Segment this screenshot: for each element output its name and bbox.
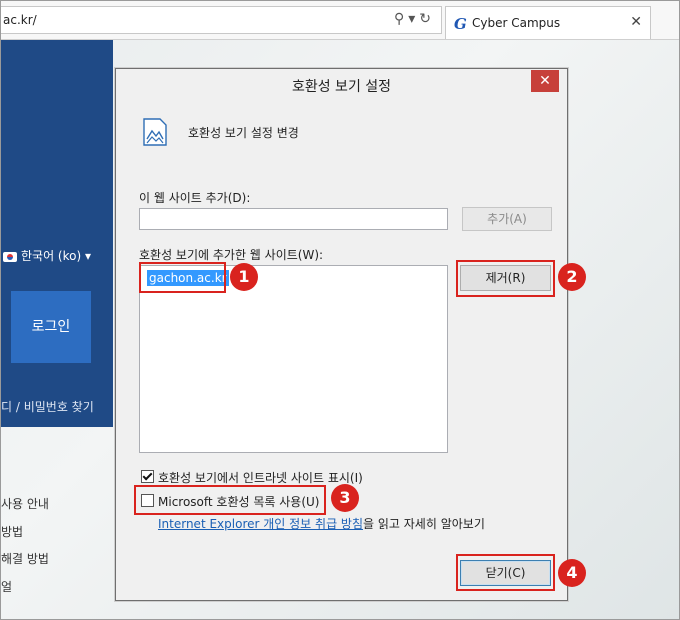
privacy-link-suffix: 을 읽고 자세히 알아보기 bbox=[363, 517, 485, 531]
callout-box-site-item bbox=[139, 262, 226, 293]
find-account-link[interactable]: 디 / 비밀번호 찾기 bbox=[1, 398, 94, 415]
callout-badge: 3 bbox=[331, 484, 359, 512]
browser-toolbar: ac.kr/ ⚲▾↻ G Cyber Campus ✕ bbox=[1, 1, 679, 40]
add-site-input[interactable] bbox=[139, 208, 448, 230]
menu-item[interactable]: 해결 방법 bbox=[1, 550, 49, 567]
dialog-titlebar: 호환성 보기 설정 ✕ bbox=[116, 69, 567, 100]
callout-badge: 4 bbox=[558, 559, 586, 587]
intranet-checkbox[interactable] bbox=[141, 470, 154, 483]
login-panel bbox=[1, 39, 113, 427]
privacy-policy-link[interactable]: Internet Explorer 개인 정보 취급 방침 bbox=[158, 517, 363, 531]
menu-item[interactable]: 얼 bbox=[1, 578, 12, 595]
screenshot-frame: 한국어 (ko) ▾ 로그인 디 / 비밀번호 찾기 사용 안내 방법 해결 방… bbox=[0, 0, 680, 620]
language-label: 한국어 (ko) ▾ bbox=[21, 249, 91, 263]
address-text: ac.kr/ bbox=[3, 13, 37, 27]
callout-box-close bbox=[456, 554, 555, 591]
compatibility-view-dialog: 호환성 보기 설정 ✕ 호환성 보기 설정 변경 이 웹 사이트 추가(D): … bbox=[115, 68, 568, 601]
language-selector[interactable]: 한국어 (ko) ▾ bbox=[3, 247, 91, 264]
dialog-title: 호환성 보기 설정 bbox=[291, 79, 392, 95]
intranet-checkbox-label[interactable]: 호환성 보기에서 인트라넷 사이트 표시(I) bbox=[158, 469, 363, 486]
search-refresh-icon[interactable]: ⚲▾↻ bbox=[394, 11, 435, 27]
callout-box-remove bbox=[456, 260, 555, 297]
add-button[interactable]: 추가(A) bbox=[462, 207, 552, 231]
korea-flag-icon bbox=[3, 251, 17, 262]
tab-close-icon[interactable]: ✕ bbox=[630, 14, 642, 30]
login-button[interactable]: 로그인 bbox=[11, 291, 91, 363]
privacy-link-row: Internet Explorer 개인 정보 취급 방침을 읽고 자세히 알아… bbox=[158, 515, 485, 532]
add-site-label: 이 웹 사이트 추가(D): bbox=[139, 191, 251, 205]
site-list-label: 호환성 보기에 추가한 웹 사이트(W): bbox=[139, 248, 324, 262]
menu-item[interactable]: 방법 bbox=[1, 523, 23, 540]
cyber-campus-logo-icon: G bbox=[454, 15, 467, 33]
compatibility-page-icon bbox=[143, 118, 167, 146]
dialog-header-text: 호환성 보기 설정 변경 bbox=[188, 126, 299, 140]
menu-item[interactable]: 사용 안내 bbox=[1, 495, 49, 512]
callout-box-ms-list bbox=[134, 485, 326, 515]
callout-badge: 1 bbox=[230, 263, 258, 291]
dialog-close-button[interactable]: ✕ bbox=[531, 70, 559, 92]
callout-badge: 2 bbox=[558, 263, 586, 291]
browser-tab[interactable]: G Cyber Campus ✕ bbox=[445, 6, 651, 39]
tab-title: Cyber Campus bbox=[472, 16, 561, 30]
site-list[interactable]: gachon.ac.kr bbox=[139, 265, 448, 453]
address-bar[interactable]: ac.kr/ ⚲▾↻ bbox=[1, 6, 442, 34]
